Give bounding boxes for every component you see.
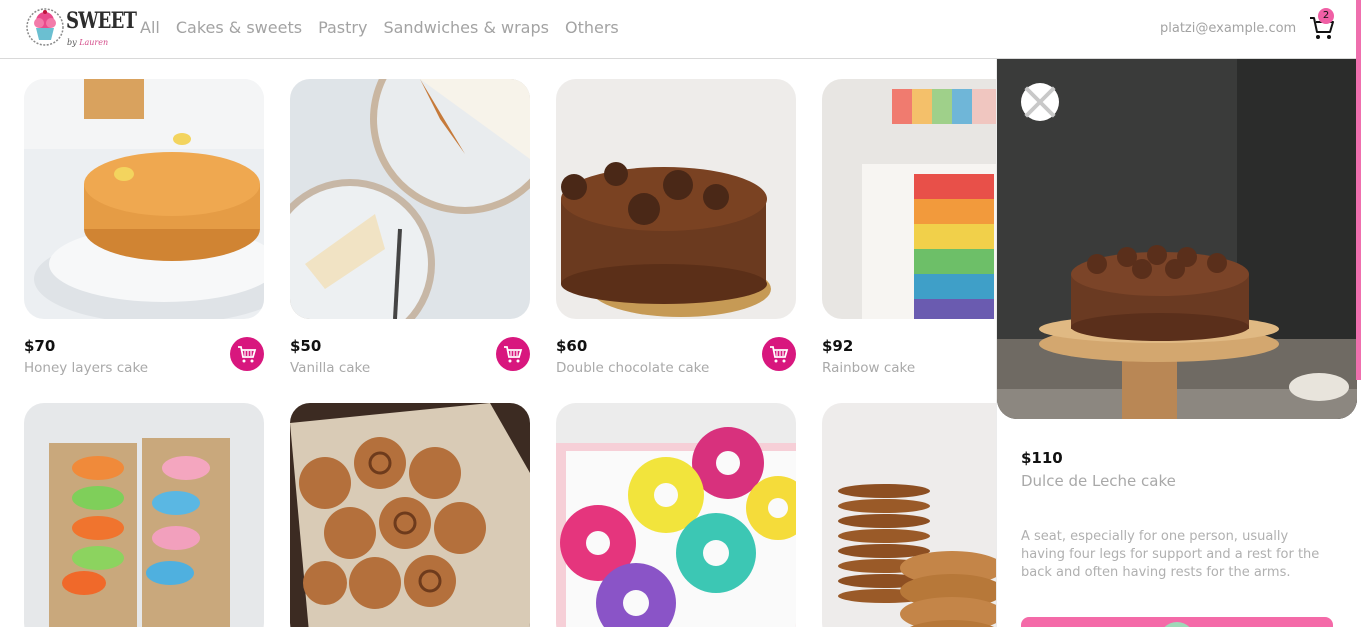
product-grid: $70 Honey layers cake $50 Vanilla cake $… <box>24 79 1062 627</box>
product-price: $50 <box>290 337 322 355</box>
product-card[interactable]: $60 Double chocolate cake <box>556 79 796 376</box>
product-name: Honey layers cake <box>24 360 149 376</box>
product-card[interactable]: $70 Honey layers cake <box>24 79 264 376</box>
product-name: Rainbow cake <box>822 360 916 376</box>
close-icon <box>1024 86 1056 118</box>
product-name: Vanilla cake <box>290 360 371 376</box>
nav-link-others[interactable]: Others <box>565 18 619 37</box>
product-name: Double chocolate cake <box>556 360 710 376</box>
nav-link-all[interactable]: All <box>140 18 160 37</box>
brand-logo[interactable]: SWEET by Lauren <box>26 5 137 53</box>
add-to-cart-icon <box>504 346 523 363</box>
add-to-cart-primary-button[interactable] <box>1021 617 1333 627</box>
cart-count-badge: 2 <box>1318 8 1334 24</box>
close-button[interactable] <box>1021 83 1059 121</box>
add-to-cart-button[interactable] <box>496 337 530 371</box>
product-image[interactable] <box>24 403 264 627</box>
product-card[interactable]: $50 Vanilla cake <box>290 79 530 376</box>
cart-button[interactable]: 2 <box>1307 8 1337 42</box>
cupcake-logo-icon <box>26 8 64 46</box>
category-nav: All Cakes & sweets Pastry Sandwiches & w… <box>140 18 635 37</box>
brand-byline: by Lauren <box>67 38 109 47</box>
scrollbar-thumb[interactable] <box>1356 0 1361 380</box>
add-to-cart-icon <box>238 346 257 363</box>
product-price: $60 <box>556 337 588 355</box>
product-card[interactable] <box>290 403 530 627</box>
add-to-cart-icon <box>770 346 789 363</box>
product-image[interactable] <box>290 403 530 627</box>
nav-link-cakes-sweets[interactable]: Cakes & sweets <box>176 18 302 37</box>
brand-name: SWEET <box>66 8 137 34</box>
add-to-cart-button[interactable] <box>762 337 796 371</box>
product-card[interactable] <box>556 403 796 627</box>
detail-price: $110 <box>1021 449 1063 467</box>
add-to-cart-icon <box>1159 622 1195 627</box>
top-navbar: SWEET by Lauren All Cakes & sweets Pastr… <box>0 0 1361 59</box>
nav-link-pastry[interactable]: Pastry <box>318 18 367 37</box>
product-detail-panel: $110 Dulce de Leche cake A seat, especia… <box>996 59 1357 627</box>
detail-name: Dulce de Leche cake <box>1021 472 1176 490</box>
user-email[interactable]: platzi@example.com <box>1160 21 1296 36</box>
add-to-cart-button[interactable] <box>230 337 264 371</box>
product-price: $70 <box>24 337 56 355</box>
detail-description: A seat, especially for one person, usual… <box>1021 529 1320 580</box>
product-image[interactable] <box>24 79 264 319</box>
product-image[interactable] <box>556 403 796 627</box>
product-price: $92 <box>822 337 854 355</box>
product-image[interactable] <box>556 79 796 319</box>
product-image[interactable] <box>290 79 530 319</box>
product-card[interactable] <box>24 403 264 627</box>
detail-product-image <box>997 59 1357 419</box>
nav-link-sandwiches-wraps[interactable]: Sandwiches & wraps <box>383 18 549 37</box>
